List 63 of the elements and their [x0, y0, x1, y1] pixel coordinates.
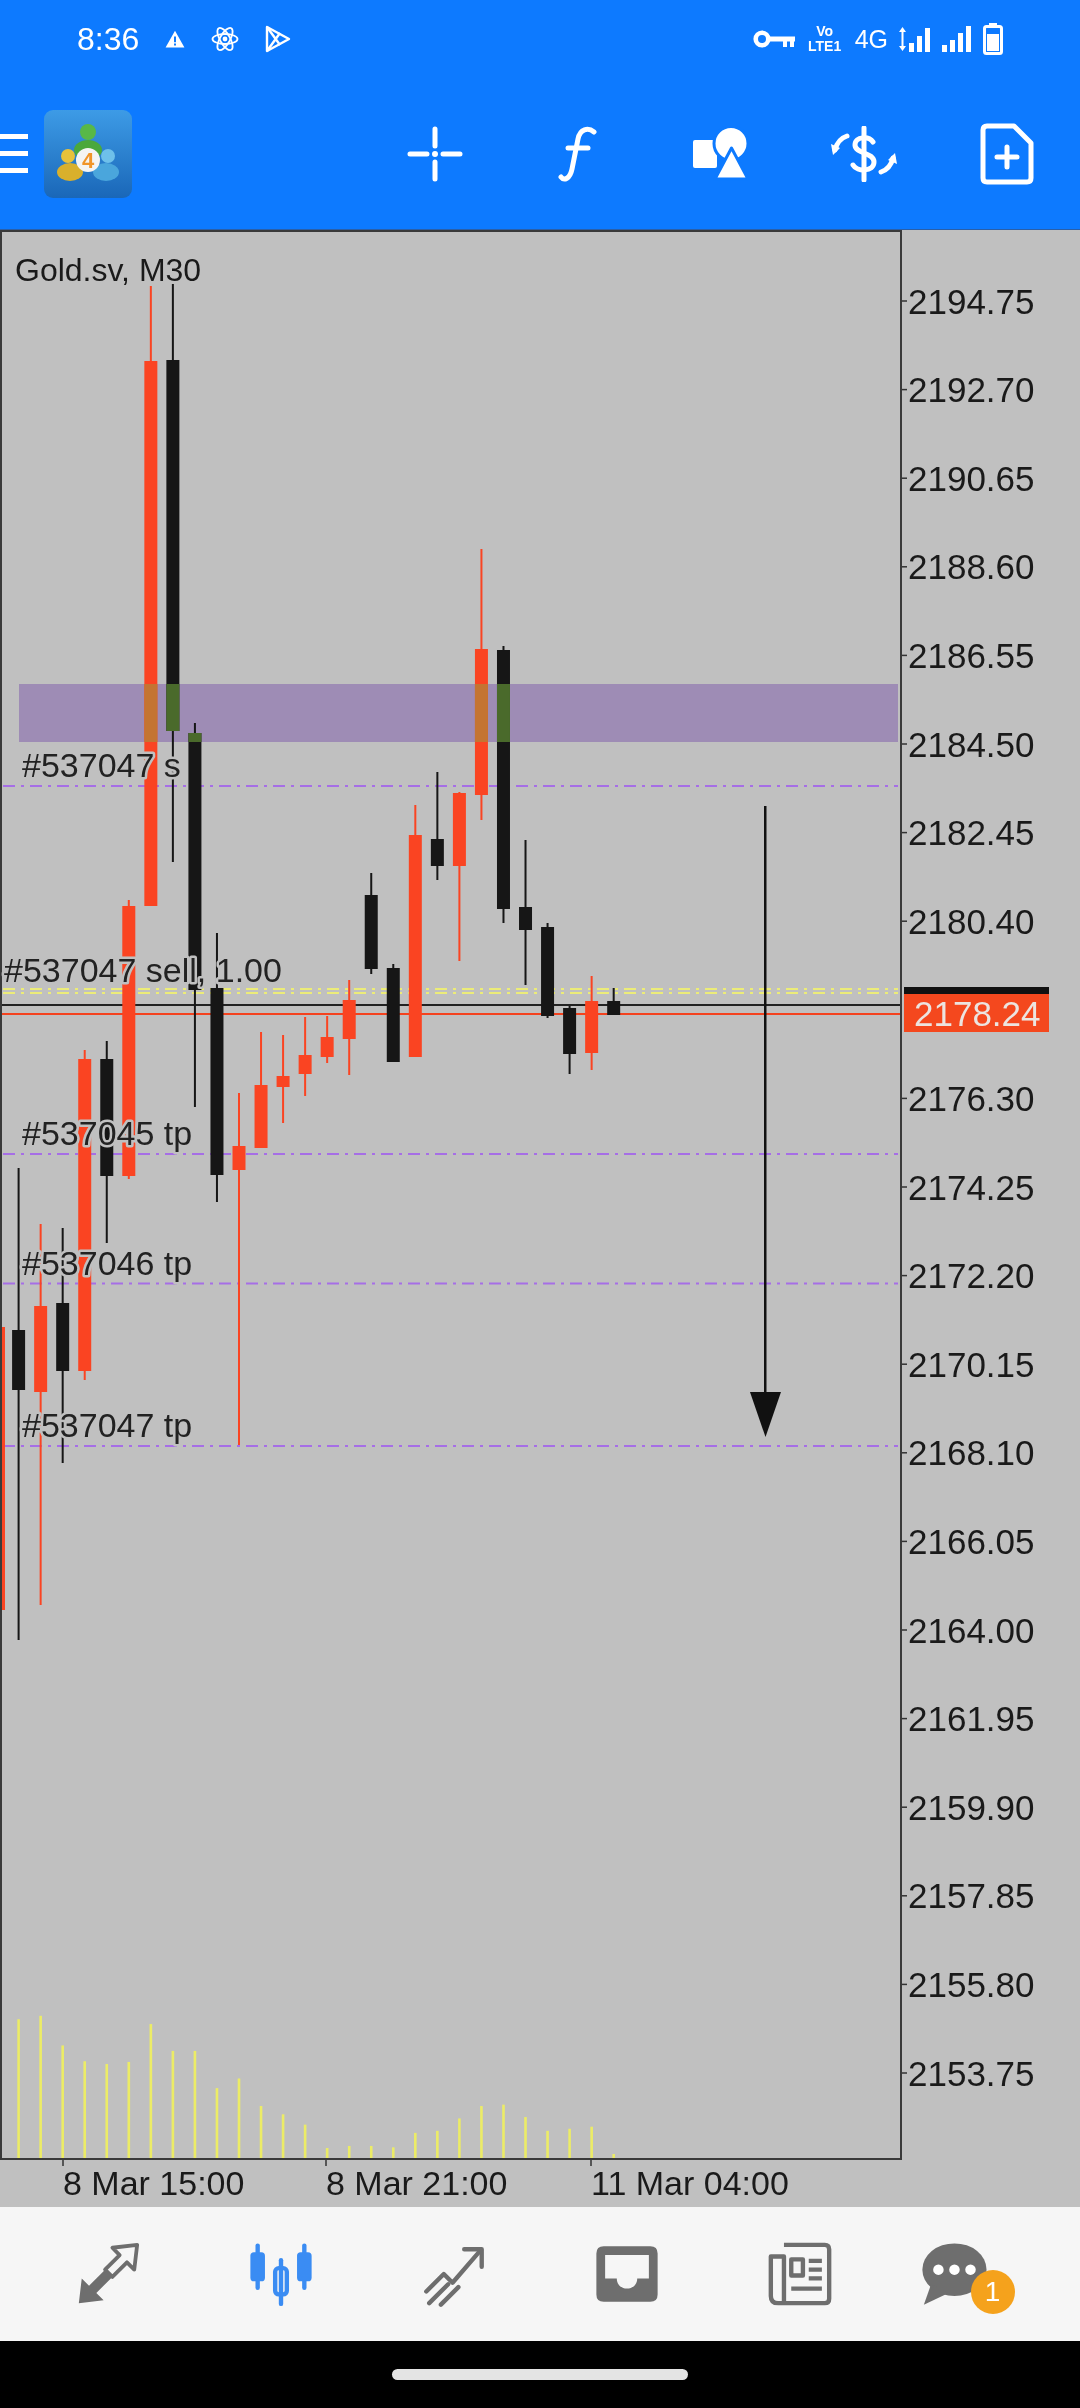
crosshair-icon[interactable]	[406, 125, 463, 182]
time-axis-label: 8 Mar 15:00	[63, 2164, 245, 2202]
network-type-label: 4G	[854, 25, 888, 53]
signal-with-arrows-icon	[899, 26, 931, 52]
chart-title: Gold.sv, M30	[15, 252, 202, 288]
clock-time: 8:36	[77, 21, 140, 57]
menu-icon[interactable]	[0, 134, 28, 173]
volume-bar	[546, 2130, 549, 2158]
price-axis-label: 2153.75	[908, 2053, 1035, 2093]
volte-indicator: Vo LTE1	[807, 24, 843, 54]
price-axis-label: 2164.00	[908, 1610, 1035, 1650]
new-document-icon[interactable]	[979, 122, 1034, 185]
volume-bar	[458, 2118, 461, 2158]
volume-bar	[480, 2106, 483, 2158]
volume-bar	[568, 2128, 571, 2158]
price-axis-label: 2190.65	[908, 458, 1035, 498]
volume-bar	[347, 2146, 351, 2158]
key-icon	[752, 29, 795, 49]
time-axis-label: 11 Mar 04:00	[591, 2164, 789, 2202]
play-triangle-icon	[265, 25, 292, 53]
battery-icon	[983, 23, 1003, 55]
price-axis-label: 2155.80	[908, 1964, 1035, 2004]
volume-bar	[281, 2114, 285, 2158]
volume-bar	[612, 2154, 615, 2158]
price-axis-label: 2180.40	[908, 901, 1035, 941]
price-axis-label: 2168.10	[908, 1433, 1035, 1473]
price-axis-label: 2182.45	[908, 813, 1035, 853]
price-axis-label: 2161.95	[908, 1699, 1035, 1739]
price-axis-label: 2166.05	[908, 1521, 1035, 1561]
bullish-candle	[320, 1016, 334, 1063]
warning-icon	[165, 30, 186, 48]
volume-bar	[436, 2130, 439, 2158]
price-axis-label: 2176.30	[908, 1078, 1035, 1118]
price-axis-label: 2174.25	[908, 1167, 1035, 1207]
volume-bar	[303, 2124, 307, 2158]
price-axis-label: 2194.75	[908, 281, 1035, 321]
price-axis-label: 2159.90	[908, 1787, 1035, 1827]
volume-bar	[590, 2126, 593, 2158]
volume-bar	[215, 2088, 219, 2158]
bearish-candle	[607, 988, 621, 1015]
price-axis-label: 2184.50	[908, 724, 1035, 764]
price-axis-label: 2172.20	[908, 1256, 1035, 1296]
price-axis-label: 2157.85	[908, 1876, 1035, 1916]
price-axis-label: 2188.60	[908, 547, 1035, 587]
volume-bar	[502, 2104, 505, 2158]
volume-bar	[524, 2117, 527, 2158]
time-axis-label: 8 Mar 21:00	[326, 2164, 508, 2202]
notification-badge: 1	[970, 2270, 1015, 2314]
bearish-candle	[563, 1006, 577, 1074]
price-axis-label: 2192.70	[908, 370, 1035, 410]
volume-bar	[369, 2146, 373, 2158]
volume-bar	[325, 2148, 329, 2158]
volume-bar	[392, 2147, 395, 2158]
price-axis-label: 2170.15	[908, 1344, 1035, 1384]
atom-icon	[211, 25, 240, 53]
volume-bar	[414, 2132, 417, 2158]
price-axis-label: 2186.55	[908, 635, 1035, 675]
current-price-tag: 2178.24	[904, 993, 1049, 1033]
signal-icon	[942, 26, 972, 52]
dollar-exchange-icon[interactable]	[829, 125, 898, 182]
volume-bar	[259, 2106, 263, 2158]
function-icon[interactable]	[557, 125, 598, 182]
app-logo-icon: 4	[44, 109, 132, 198]
